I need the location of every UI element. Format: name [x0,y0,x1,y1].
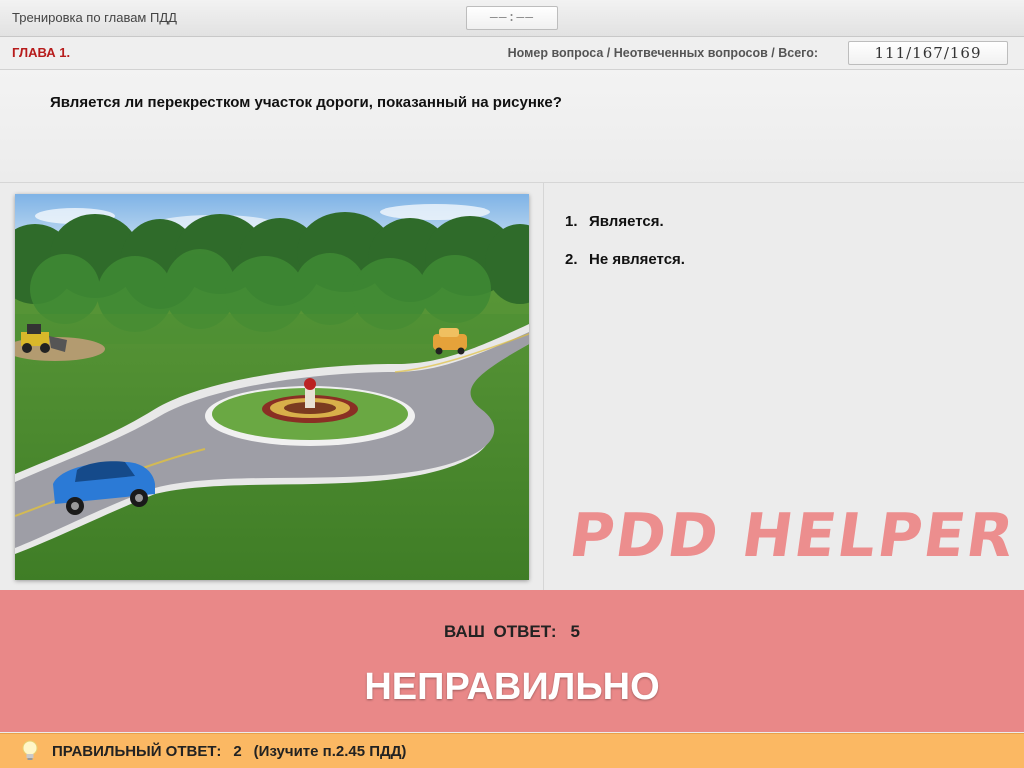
question-area: Является ли перекрестком участок дороги,… [0,70,1024,183]
timer-display: ——:—— [466,6,558,30]
your-answer-value: 5 [570,622,581,641]
app-window: Тренировка по главам ПДД ——:—— ГЛАВА 1. … [0,0,1024,768]
rule-reference: (Изучите п.2.45 ПДД) [253,743,407,760]
result-panel: ВАШ ОТВЕТ: 5 НЕПРАВИЛЬНО [0,590,1024,732]
question-counter-label: Номер вопроса / Неотвеченных вопросов / … [507,46,818,60]
chapter-label: ГЛАВА 1. [12,45,71,60]
question-image-panel [0,183,544,590]
answer-number: 2. [565,251,578,268]
your-answer-label: ВАШ ОТВЕТ: [443,622,557,641]
lightbulb-icon [22,740,38,760]
answer-number: 1. [565,213,578,230]
correct-answer-text: ПРАВИЛЬНЫЙ ОТВЕТ: 2 (Изучите п.2.45 ПДД) [52,743,406,760]
verdict-text: НЕПРАВИЛЬНО [364,666,660,708]
your-answer: ВАШ ОТВЕТ: 5 [0,622,1024,642]
answer-option-2[interactable]: 2. Не является. [565,251,685,269]
app-title: Тренировка по главам ПДД [12,10,177,25]
chapter-bar: ГЛАВА 1. Номер вопроса / Неотвеченных во… [0,37,1024,70]
correct-answer-label: ПРАВИЛЬНЫЙ ОТВЕТ: [52,743,222,760]
roundabout-photo [15,194,529,580]
content-area: 1. Является. 2. Не является. PDD HELPER [0,183,1024,590]
answer-option-1[interactable]: 1. Является. [565,213,685,231]
correct-answer-bar: ПРАВИЛЬНЫЙ ОТВЕТ: 2 (Изучите п.2.45 ПДД) [0,733,1024,768]
watermark-logo: PDD HELPER [565,501,1020,571]
answer-text: Не является. [589,251,685,268]
correct-answer-value: 2 [233,743,242,760]
question-text: Является ли перекрестком участок дороги,… [50,94,562,111]
title-bar: Тренировка по главам ПДД ——:—— [0,0,1024,37]
question-counter-value: 111/167/169 [848,41,1008,65]
answer-text: Является. [589,213,664,230]
answer-list: 1. Является. 2. Не является. [565,213,685,289]
